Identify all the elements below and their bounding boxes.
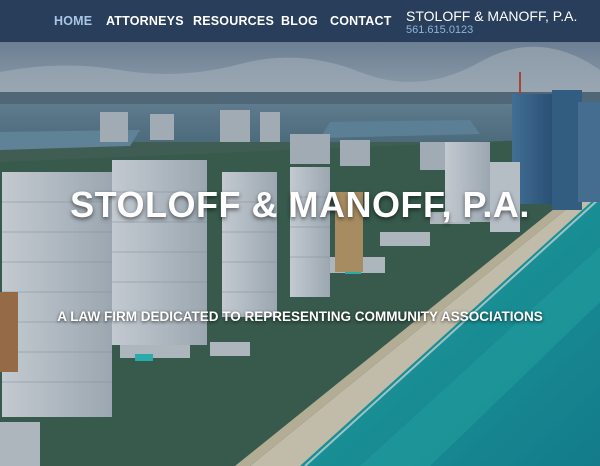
- nav-contact[interactable]: CONTACT: [330, 14, 392, 28]
- page: HOME ATTORNEYS RESOURCES BLOG CONTACT ST…: [0, 0, 600, 466]
- phone-number[interactable]: 561.615.0123: [406, 24, 473, 36]
- hero-overlay: [0, 42, 600, 466]
- brand-name[interactable]: STOLOFF & MANOFF, P.A.: [406, 8, 577, 24]
- nav-home[interactable]: HOME: [54, 14, 92, 28]
- hero-title: STOLOFF & MANOFF, P.A.: [70, 184, 530, 225]
- hero-banner: STOLOFF & MANOFF, P.A. A LAW FIRM DEDICA…: [0, 42, 600, 466]
- nav-attorneys[interactable]: ATTORNEYS: [106, 14, 184, 28]
- nav-blog[interactable]: BLOG: [281, 14, 318, 28]
- top-navigation: HOME ATTORNEYS RESOURCES BLOG CONTACT ST…: [0, 0, 600, 42]
- hero-subtitle: A LAW FIRM DEDICATED TO REPRESENTING COM…: [57, 309, 543, 324]
- nav-resources[interactable]: RESOURCES: [193, 14, 274, 28]
